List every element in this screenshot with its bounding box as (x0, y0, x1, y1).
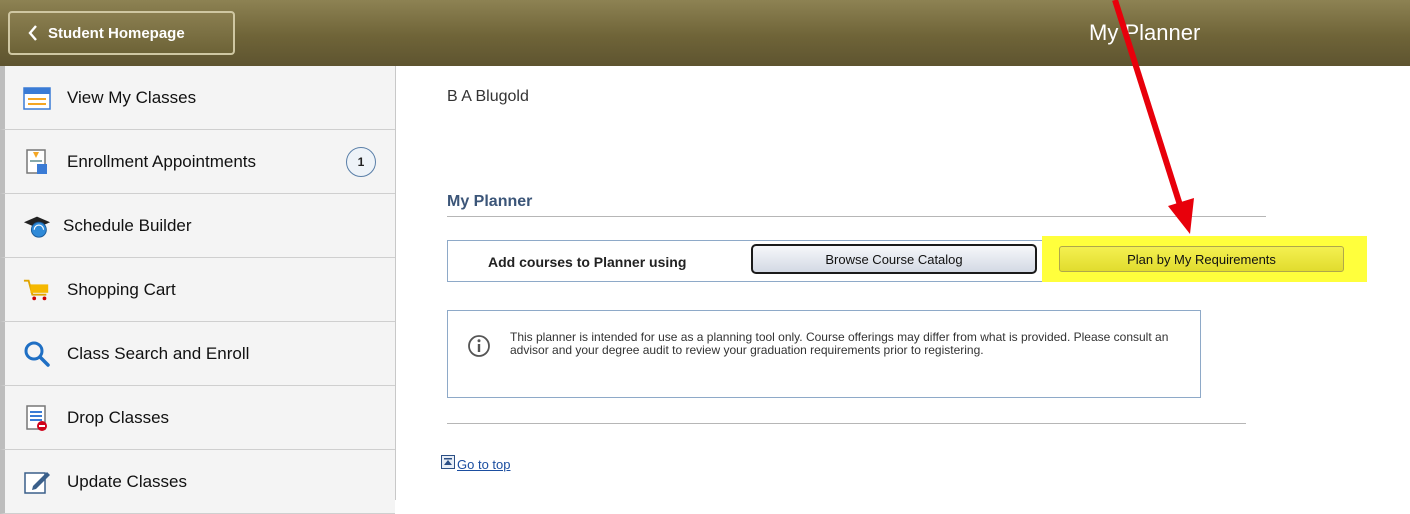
bottom-divider (447, 423, 1246, 424)
sidebar-item-label: Class Search and Enroll (67, 343, 250, 363)
info-icon (467, 334, 491, 358)
sidebar-item-schedule-builder[interactable]: Schedule Builder (0, 194, 395, 258)
sidebar-item-label: Update Classes (67, 471, 188, 491)
browse-course-catalog-button[interactable]: Browse Course Catalog (751, 244, 1037, 274)
back-button-label: Student Homepage (48, 24, 185, 42)
add-courses-label: Add courses to Planner using (488, 254, 687, 270)
sidebar-item-label: Shopping Cart (67, 279, 176, 299)
sidebar-item-enrollment-appointments[interactable]: Enrollment Appointments 1 (0, 130, 395, 194)
graduation-cap-icon (23, 212, 51, 240)
sidebar-item-label: Drop Classes (67, 407, 170, 427)
sidebar-item-shopping-cart[interactable]: Shopping Cart (0, 258, 395, 322)
sidebar-item-class-search[interactable]: Class Search and Enroll (0, 322, 395, 386)
calendar-icon (23, 84, 51, 112)
sidebar-item-label: Schedule Builder (63, 215, 192, 235)
sidebar-item-update-classes[interactable]: Update Classes (0, 450, 395, 514)
sidebar-item-drop-classes[interactable]: Drop Classes (0, 386, 395, 450)
student-homepage-button[interactable]: Student Homepage (8, 11, 235, 55)
go-to-top-link[interactable]: Go to top (441, 455, 510, 474)
page-title: My Planner (1089, 20, 1201, 45)
student-name: B A Blugold (447, 88, 529, 105)
go-to-top-icon (441, 455, 455, 474)
info-text: This planner is intended for use as a pl… (510, 330, 1169, 357)
edit-icon (23, 468, 51, 496)
section-divider (447, 216, 1266, 217)
count-badge: 1 (346, 146, 376, 177)
shopping-cart-icon (23, 276, 51, 304)
chevron-left-icon (28, 25, 38, 41)
search-icon (23, 340, 51, 368)
sidebar-item-label: View My Classes (67, 87, 197, 107)
sidebar-item-label: Enrollment Appointments (67, 151, 256, 171)
header-bar: Student Homepage My Planner (0, 0, 1410, 66)
section-title: My Planner (447, 193, 533, 210)
sidebar: View My Classes Enrollment Appointments … (0, 66, 396, 514)
drop-list-icon (23, 404, 51, 432)
appointment-icon (23, 148, 51, 176)
plan-by-requirements-button[interactable]: Plan by My Requirements (1059, 246, 1344, 272)
go-to-top-label: Go to top (457, 457, 511, 472)
sidebar-item-view-my-classes[interactable]: View My Classes (0, 66, 395, 130)
